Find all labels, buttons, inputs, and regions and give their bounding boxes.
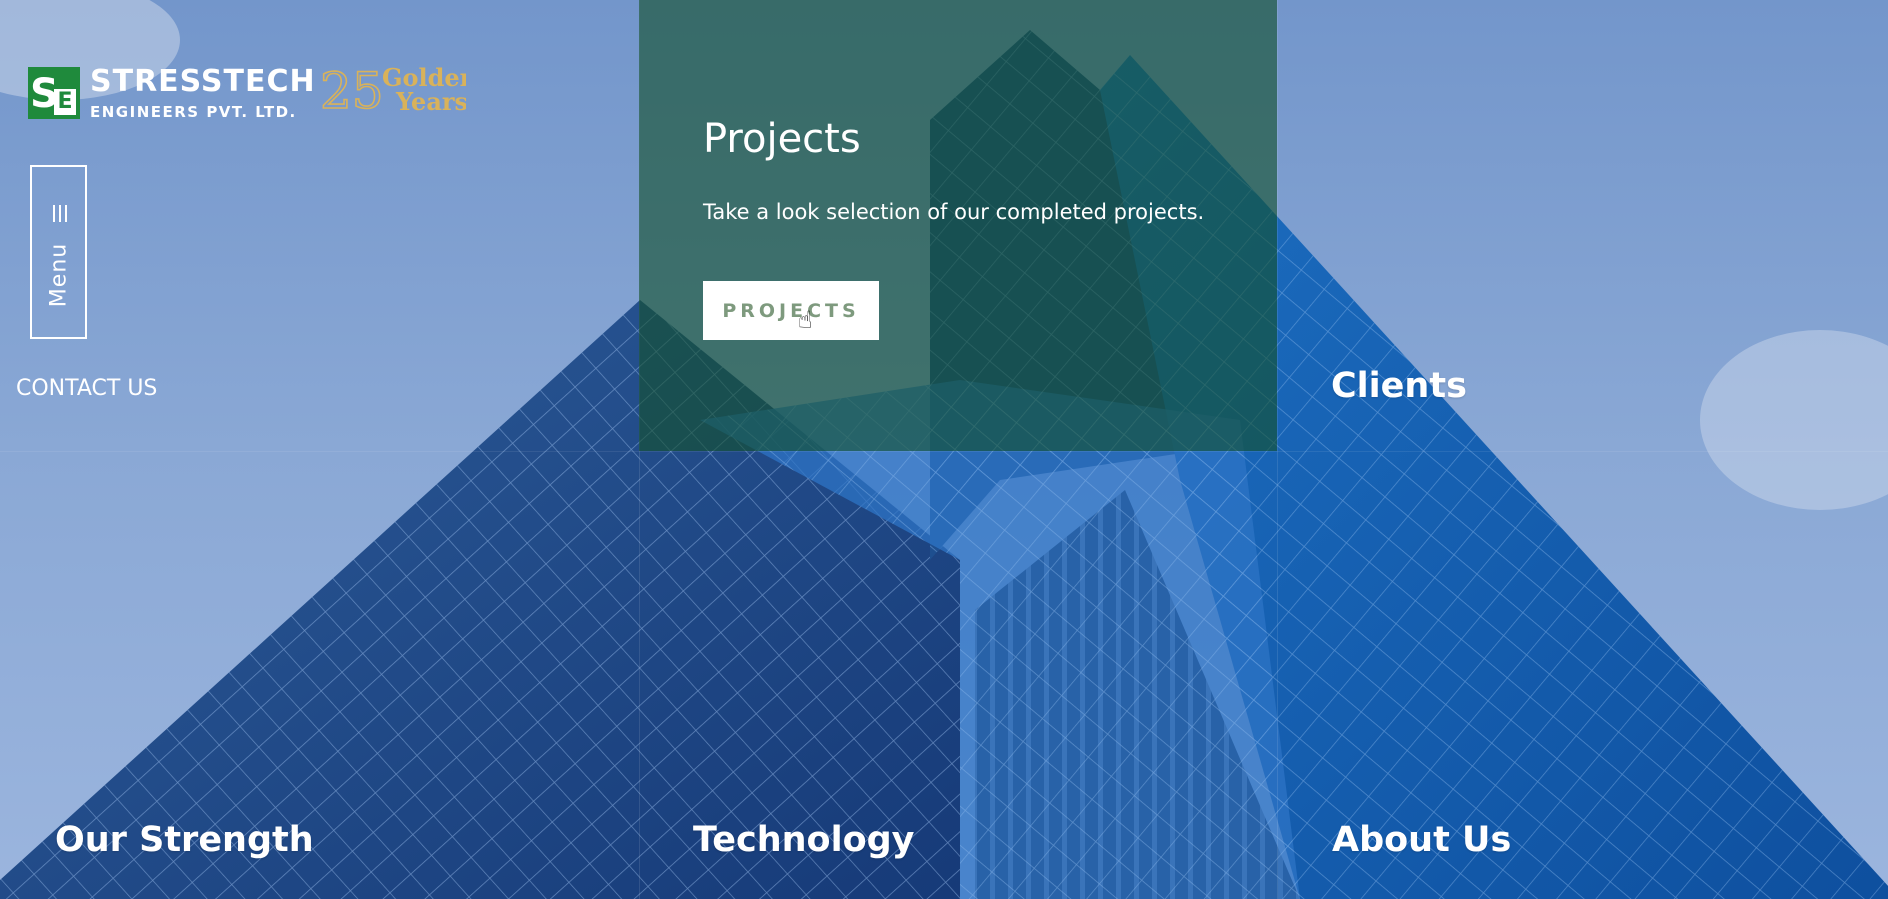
golden-years-badge: 25 Golden Years xyxy=(319,62,466,116)
nav-about-us[interactable]: About Us xyxy=(1332,820,1511,860)
logo-mark-e: E xyxy=(54,88,76,115)
anniversary-text-years: Years xyxy=(395,87,466,116)
company-suffix: ENGINEERS PVT. LTD. xyxy=(90,103,297,121)
grid-line xyxy=(1277,0,1278,899)
logo-mark: S E xyxy=(28,66,80,119)
hamburger-icon xyxy=(51,205,69,226)
company-name: STRESSTECH xyxy=(90,64,316,99)
logo-text: STRESSTECH ENGINEERS PVT. LTD. xyxy=(90,64,316,121)
contact-us-link[interactable]: CONTACT US xyxy=(16,376,157,401)
hand-cursor-icon: ☝ xyxy=(798,306,813,334)
panel-title: Projects xyxy=(703,116,861,162)
company-logo[interactable]: S E STRESSTECH ENGINEERS PVT. LTD. xyxy=(28,64,316,121)
projects-panel: Projects Take a look selection of our co… xyxy=(639,0,1277,451)
panel-description: Take a look selection of our completed p… xyxy=(703,200,1205,224)
nav-our-strength[interactable]: Our Strength xyxy=(55,820,314,860)
menu-button[interactable]: Menu xyxy=(30,165,87,339)
grid-line xyxy=(0,451,1888,452)
projects-button[interactable]: PROJECTS xyxy=(703,281,879,340)
nav-technology[interactable]: Technology xyxy=(693,820,915,860)
anniversary-number: 25 xyxy=(320,62,384,116)
menu-label: Menu xyxy=(46,242,71,308)
nav-clients[interactable]: Clients xyxy=(1331,366,1467,406)
